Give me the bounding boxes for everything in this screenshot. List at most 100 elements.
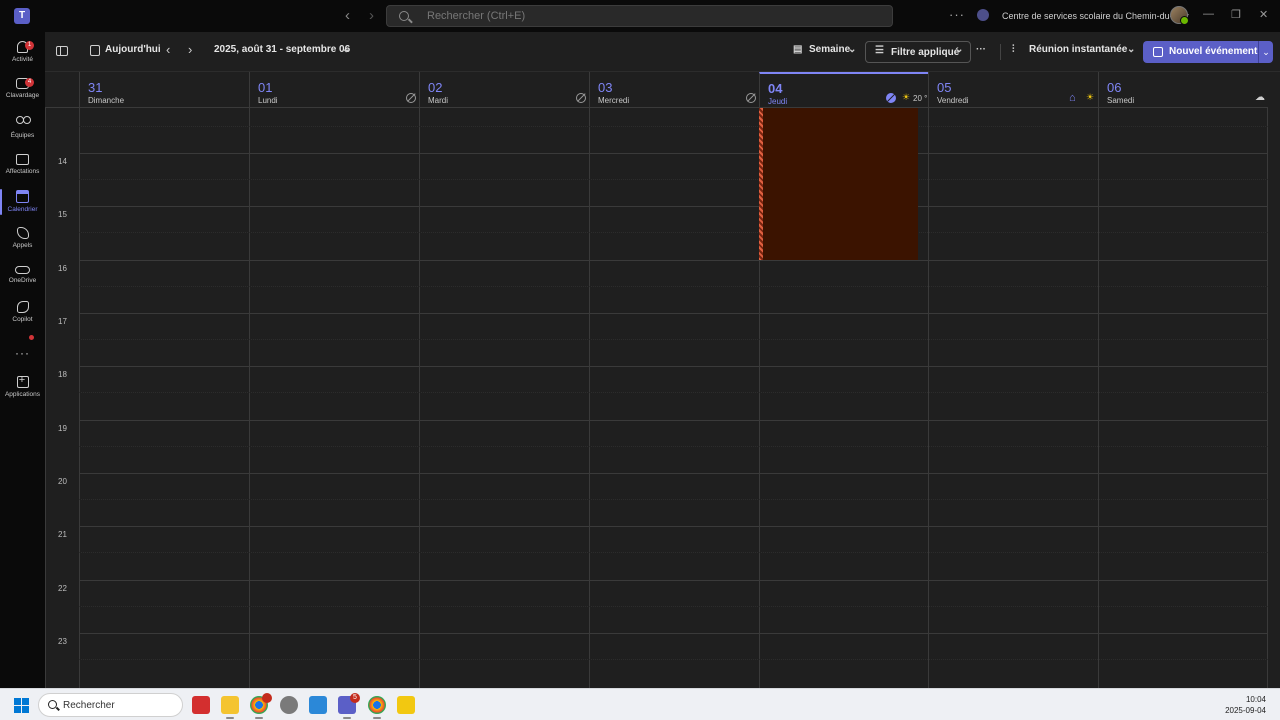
rail-item-label: Activité <box>12 56 33 63</box>
half-hour-line <box>79 446 1268 447</box>
rail-item-activity[interactable]: 1 Activité <box>0 38 45 72</box>
half-hour-line <box>79 232 1268 233</box>
organization-name[interactable]: Centre de services scolaire du Chemin-du… <box>1002 11 1189 21</box>
scrollbar[interactable] <box>1268 72 1280 688</box>
day-header-thursday[interactable]: 04 Jeudi ☀ 20 ° <box>759 72 928 108</box>
no-location-icon[interactable] <box>746 93 756 103</box>
home-icon[interactable]: ⌂ <box>1069 92 1076 104</box>
restore-button[interactable]: ❐ <box>1231 8 1241 21</box>
search-icon <box>48 700 57 709</box>
activity-badge: 1 <box>25 41 34 50</box>
half-hour-line <box>79 179 1268 180</box>
hour-label: 20 <box>58 477 67 486</box>
day-name: Mardi <box>428 96 449 105</box>
rail-item-assignments[interactable]: Affectations <box>0 149 45 183</box>
previous-week-button[interactable]: ‹ <box>166 42 170 57</box>
column-divider <box>928 108 929 688</box>
new-event-button[interactable]: Nouvel événement <box>1143 41 1258 63</box>
no-location-icon[interactable] <box>406 93 416 103</box>
chevron-down-icon[interactable]: ⌄ <box>1127 44 1135 55</box>
date-range-label[interactable]: 2025, août 31 - septembre 06 <box>214 44 350 55</box>
temperature: 20 ° <box>913 94 928 103</box>
day-header-saturday[interactable]: 06 Samedi ☁ <box>1098 72 1268 108</box>
snipping-tool-app-icon[interactable] <box>309 696 327 714</box>
today-button[interactable]: Aujourd'hui <box>105 44 161 55</box>
rail-item-label: Appels <box>12 242 33 249</box>
half-hour-line <box>79 552 1268 553</box>
microphone-app-icon[interactable] <box>280 696 298 714</box>
more-apps-button[interactable]: ··· <box>0 346 45 360</box>
teams-icon <box>15 115 31 129</box>
rail-item-teams[interactable]: Équipes <box>0 112 45 146</box>
rail-item-copilot[interactable]: Copilot <box>0 298 45 332</box>
rail-item-chat[interactable]: 4 Clavardage <box>0 75 45 109</box>
day-number: 03 <box>598 80 613 95</box>
avatar[interactable] <box>1170 6 1189 25</box>
new-event-dropdown[interactable]: ⌄ <box>1258 41 1273 63</box>
system-clock[interactable]: 10:04 2025-09-04 <box>1225 694 1266 716</box>
sidebar-toggle-icon[interactable] <box>56 46 68 56</box>
app-rail: 1 Activité 4 Clavardage Équipes Affectat… <box>0 32 45 688</box>
rail-item-calendar[interactable]: Calendrier <box>0 187 45 221</box>
day-number: 04 <box>768 81 783 96</box>
rail-item-onedrive[interactable]: OneDrive <box>0 260 45 294</box>
chrome-profile-app-icon[interactable] <box>368 696 386 719</box>
chrome-app-icon[interactable] <box>250 693 272 719</box>
search-input[interactable]: Rechercher (Ctrl+E) <box>386 5 893 27</box>
cloud-icon <box>15 266 30 274</box>
day-name: Lundi <box>258 96 278 105</box>
forward-arrow-icon[interactable]: › <box>369 7 374 25</box>
file-explorer-app-icon[interactable] <box>221 696 239 719</box>
cloud-icon: ☁ <box>1255 92 1265 103</box>
calendar-event-block[interactable] <box>759 108 918 260</box>
acrobat-app-icon[interactable] <box>192 696 210 714</box>
organization-icon[interactable] <box>977 9 989 21</box>
no-location-icon[interactable] <box>886 93 896 103</box>
next-week-button[interactable]: › <box>188 42 192 57</box>
day-number: 02 <box>428 80 443 95</box>
rail-item-label: Calendrier <box>7 206 38 213</box>
windows-taskbar: Rechercher 5 10:04 2025-09-04 <box>0 688 1280 720</box>
hour-line <box>79 526 1268 527</box>
filter-label: Filtre appliqué <box>891 47 960 58</box>
new-event-label: Nouvel événement <box>1169 46 1258 57</box>
day-name: Vendredi <box>937 96 969 105</box>
more-options-button[interactable]: ··· <box>976 44 986 55</box>
half-hour-line <box>79 606 1268 607</box>
teams-app-icon[interactable]: 5 <box>338 693 360 719</box>
calendar-toolbar: Aujourd'hui ‹ › 2025, août 31 - septembr… <box>45 32 1280 72</box>
meet-now-button[interactable]: Réunion instantanée <box>1029 44 1127 55</box>
windows-start-icon[interactable] <box>14 698 29 713</box>
assignments-icon <box>16 154 29 165</box>
column-divider <box>1098 108 1099 688</box>
time-grid[interactable]: 14 15 16 17 18 19 20 21 22 23 <box>45 108 1268 688</box>
day-header-monday[interactable]: 01 Lundi <box>249 72 419 108</box>
day-header-tuesday[interactable]: 02 Mardi <box>419 72 589 108</box>
hour-label: 19 <box>58 424 67 433</box>
half-hour-line <box>79 126 1268 127</box>
day-header-sunday[interactable]: 31 Dimanche <box>79 72 249 108</box>
power-bi-app-icon[interactable] <box>397 696 415 714</box>
taskbar-search[interactable]: Rechercher <box>38 693 183 717</box>
day-number: 05 <box>937 80 952 95</box>
filter-icon: ☰ <box>875 45 884 56</box>
close-button[interactable]: ✕ <box>1259 8 1268 21</box>
view-selector[interactable]: Semaine <box>809 44 850 55</box>
day-name: Jeudi <box>768 97 788 106</box>
back-arrow-icon[interactable]: ‹ <box>345 7 350 25</box>
calendar-icon <box>16 190 29 203</box>
minimize-button[interactable]: — <box>1203 8 1214 20</box>
no-location-icon[interactable] <box>576 93 586 103</box>
rail-item-label: Copilot <box>12 316 33 323</box>
more-options-button[interactable]: ··· <box>949 7 965 22</box>
column-divider <box>249 108 250 688</box>
chevron-down-icon[interactable]: ⌄ <box>848 44 856 55</box>
rail-item-label: Affectations <box>5 168 40 175</box>
rail-item-applications[interactable]: Applications <box>0 373 45 407</box>
filter-button[interactable]: ☰ Filtre appliqué ⌄ <box>865 41 971 63</box>
chevron-down-icon[interactable]: ⌄ <box>342 44 350 55</box>
hour-label: 18 <box>58 370 67 379</box>
day-header-friday[interactable]: 05 Vendredi ⌂ ☀ <box>928 72 1098 108</box>
rail-item-calls[interactable]: Appels <box>0 224 45 258</box>
day-header-wednesday[interactable]: 03 Mercredi <box>589 72 759 108</box>
